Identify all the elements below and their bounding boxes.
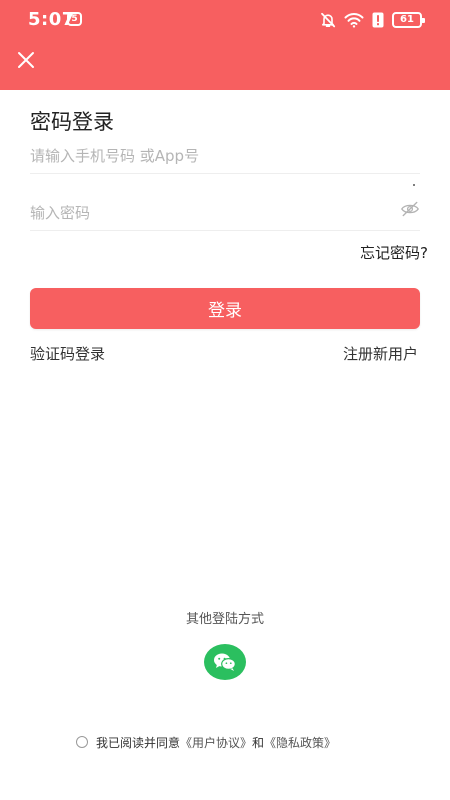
- status-bar: 5:07 5 61: [0, 0, 450, 40]
- phone-field[interactable]: [30, 139, 420, 174]
- forgot-password-link[interactable]: 忘记密码?: [360, 242, 428, 263]
- agreement-prefix: 我已阅读并同意: [96, 735, 181, 750]
- register-link[interactable]: 注册新用户: [343, 343, 418, 364]
- header-bar: 5:07 5 61: [0, 0, 450, 90]
- wifi-icon: [344, 13, 364, 28]
- user-agreement-link[interactable]: 《用户协议》: [180, 734, 252, 751]
- wechat-icon: [214, 653, 236, 671]
- login-button[interactable]: 登录: [30, 288, 420, 329]
- mute-bell-icon: [321, 12, 336, 28]
- notification-badge-icon: 5: [67, 12, 82, 26]
- wechat-login-button[interactable]: [204, 644, 246, 680]
- agreement-radio[interactable]: [76, 736, 88, 748]
- login-button-label: 登录: [208, 301, 242, 321]
- close-icon[interactable]: [14, 49, 38, 71]
- privacy-policy-link[interactable]: 《隐私政策》: [264, 734, 336, 751]
- battery-icon: 61: [392, 12, 425, 28]
- password-field[interactable]: [30, 196, 420, 231]
- alert-icon: [372, 12, 384, 28]
- sms-login-link[interactable]: 验证码登录: [30, 343, 105, 364]
- eye-off-icon[interactable]: [400, 200, 420, 218]
- phone-input[interactable]: [30, 139, 420, 173]
- agreement-row: 我已阅读并同意 《用户协议》 和 《隐私政策》: [76, 734, 336, 750]
- agreement-and: 和: [252, 735, 265, 750]
- stray-dot: [413, 184, 415, 186]
- other-login-title: 其他登陆方式: [185, 612, 264, 627]
- page-title: 密码登录: [30, 110, 114, 134]
- status-icons: 61: [320, 11, 425, 29]
- password-input[interactable]: [30, 196, 420, 230]
